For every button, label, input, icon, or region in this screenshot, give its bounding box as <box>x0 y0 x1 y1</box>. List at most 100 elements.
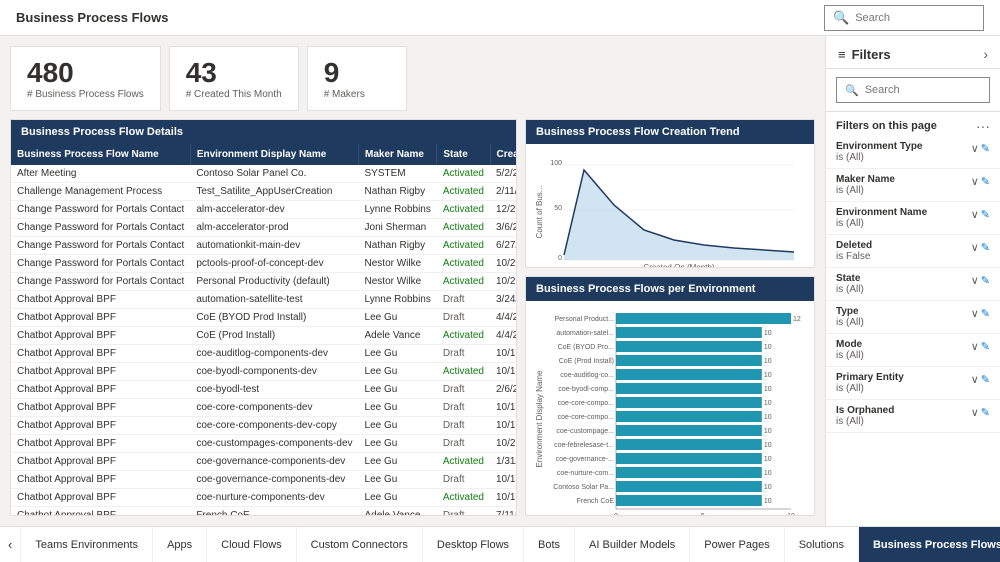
filter-item-left: Environment Name is (All) <box>836 207 971 229</box>
table-row[interactable]: Chatbot Approval BPFcoe-custompages-comp… <box>11 435 516 453</box>
table-row[interactable]: Change Password for Portals Contactalm-a… <box>11 201 516 219</box>
stat-label-makers: # Makers <box>324 89 390 100</box>
nav-item[interactable]: Bots <box>524 527 575 562</box>
filter-title: ≡ Filters <box>838 47 891 62</box>
table-cell: 4/4/2023 2:17:01 PM <box>490 309 516 327</box>
table-cell: Draft <box>437 507 490 516</box>
table-row[interactable]: Chatbot Approval BPFCoE (Prod Install)Ad… <box>11 327 516 345</box>
filter-chevron-icon[interactable]: ∨ <box>971 340 979 353</box>
filter-chevron-icon[interactable]: ∨ <box>971 241 979 254</box>
table-row[interactable]: Change Password for Portals Contactpctoo… <box>11 255 516 273</box>
table-cell: Lee Gu <box>359 489 437 507</box>
table-cell: Contoso Solar Panel Co. <box>190 165 358 183</box>
filter-chevron-icon[interactable]: ∨ <box>971 274 979 287</box>
filter-close-icon[interactable]: › <box>983 46 988 62</box>
table-row[interactable]: Chatbot Approval BPFcoe-core-components-… <box>11 417 516 435</box>
table-row[interactable]: Chatbot Approval BPFcoe-byodl-testLee Gu… <box>11 381 516 399</box>
table-row[interactable]: Change Password for Portals Contactautom… <box>11 237 516 255</box>
nav-prev-arrow[interactable]: ‹ <box>0 527 21 562</box>
table-cell: Draft <box>437 345 490 363</box>
table-cell: Change Password for Portals Contact <box>11 255 190 273</box>
table-row[interactable]: Chatbot Approval BPFcoe-core-components-… <box>11 399 516 417</box>
table-row[interactable]: Chatbot Approval BPFcoe-auditlog-compone… <box>11 345 516 363</box>
filter-edit-icon[interactable]: ✎ <box>981 142 990 155</box>
nav-item[interactable]: Solutions <box>785 527 859 562</box>
filter-edit-icon[interactable]: ✎ <box>981 373 990 386</box>
table-cell: Draft <box>437 309 490 327</box>
filter-item-name: Mode <box>836 339 971 350</box>
stat-number-flows: 480 <box>27 57 144 89</box>
filter-chevron-icon[interactable]: ∨ <box>971 307 979 320</box>
filter-item-icons: ∨ ✎ <box>971 340 990 353</box>
table-cell: coe-auditlog-components-dev <box>190 345 358 363</box>
table-cell: 2/6/2023 2:06:40 PM <box>490 381 516 399</box>
filter-edit-icon[interactable]: ✎ <box>981 241 990 254</box>
table-cell: Test_Satilite_AppUserCreation <box>190 183 358 201</box>
filter-edit-icon[interactable]: ✎ <box>981 175 990 188</box>
charts-section: Business Process Flow Creation Trend Cou… <box>525 119 815 516</box>
svg-text:10: 10 <box>764 456 772 463</box>
filter-search-box[interactable]: 🔍 <box>836 77 990 103</box>
filter-chevron-icon[interactable]: ∨ <box>971 208 979 221</box>
nav-item[interactable]: Desktop Flows <box>423 527 524 562</box>
table-row[interactable]: Chatbot Approval BPFautomation-satellite… <box>11 291 516 309</box>
filter-edit-icon[interactable]: ✎ <box>981 274 990 287</box>
filters-options-icon[interactable]: ··· <box>976 118 990 134</box>
svg-text:Environment Display Name: Environment Display Name <box>535 370 544 467</box>
table-cell: Nestor Wilke <box>359 273 437 291</box>
table-row[interactable]: Chatbot Approval BPFCoE (BYOD Prod Insta… <box>11 309 516 327</box>
bar-chart-card: Business Process Flows per Environment E… <box>525 276 815 516</box>
filter-edit-icon[interactable]: ✎ <box>981 208 990 221</box>
svg-text:10: 10 <box>764 358 772 365</box>
table-cell: CoE (BYOD Prod Install) <box>190 309 358 327</box>
filter-item: Environment Type is (All) ∨ ✎ <box>826 136 1000 169</box>
table-cell: 6/27/2023 3:31:53 PM <box>490 237 516 255</box>
table-row[interactable]: Chatbot Approval BPFFrench CoEAdele Vanc… <box>11 507 516 516</box>
table-row[interactable]: Chatbot Approval BPFcoe-governance-compo… <box>11 471 516 489</box>
table-row[interactable]: Change Password for Portals Contactalm-a… <box>11 219 516 237</box>
filter-edit-icon[interactable]: ✎ <box>981 406 990 419</box>
table-row[interactable]: Chatbot Approval BPFcoe-governance-compo… <box>11 453 516 471</box>
filter-chevron-icon[interactable]: ∨ <box>971 373 979 386</box>
filter-edit-icon[interactable]: ✎ <box>981 340 990 353</box>
table-cell: 10/18/2022 9:00:51 AM <box>490 489 516 507</box>
filter-chevron-icon[interactable]: ∨ <box>971 175 979 188</box>
nav-item[interactable]: Apps <box>153 527 207 562</box>
filter-item-name: Environment Type <box>836 141 971 152</box>
nav-item[interactable]: Teams Environments <box>21 527 153 562</box>
line-chart-header: Business Process Flow Creation Trend <box>526 120 814 144</box>
nav-item[interactable]: Power Pages <box>690 527 784 562</box>
filter-search: 🔍 <box>826 69 1000 112</box>
table-cell: 3/6/2023 3:11:45 PM <box>490 219 516 237</box>
filter-item-name: Primary Entity <box>836 372 971 383</box>
bar-chart-header: Business Process Flows per Environment <box>526 277 814 301</box>
filter-chevron-icon[interactable]: ∨ <box>971 406 979 419</box>
table-cell: pctools-proof-of-concept-dev <box>190 255 358 273</box>
filter-search-input[interactable] <box>865 84 981 96</box>
nav-item[interactable]: Custom Connectors <box>297 527 423 562</box>
table-row[interactable]: Change Password for Portals ContactPerso… <box>11 273 516 291</box>
table-cell: Activated <box>437 255 490 273</box>
filter-item: Environment Name is (All) ∨ ✎ <box>826 202 1000 235</box>
table-row[interactable]: Challenge Management ProcessTest_Satilit… <box>11 183 516 201</box>
filter-items-container: Environment Type is (All) ∨ ✎ Maker Name… <box>826 136 1000 433</box>
svg-text:10: 10 <box>787 513 795 516</box>
nav-item[interactable]: Cloud Flows <box>207 527 297 562</box>
table-container[interactable]: Business Process Flow Name Environment D… <box>11 144 516 515</box>
table-row[interactable]: Chatbot Approval BPFcoe-byodl-components… <box>11 363 516 381</box>
filter-edit-icon[interactable]: ✎ <box>981 307 990 320</box>
table-cell: Draft <box>437 399 490 417</box>
col-header-maker: Maker Name <box>359 144 437 165</box>
nav-item[interactable]: AI Builder Models <box>575 527 690 562</box>
filter-chevron-icon[interactable]: ∨ <box>971 142 979 155</box>
svg-text:coe-nurture-com...: coe-nurture-com... <box>557 470 614 477</box>
table-cell: Lee Gu <box>359 399 437 417</box>
filter-item: State is (All) ∨ ✎ <box>826 268 1000 301</box>
nav-item[interactable]: Business Process Flows <box>859 527 1000 562</box>
search-input[interactable] <box>855 12 975 24</box>
svg-text:Jan'23: Jan'23 <box>750 267 771 268</box>
svg-text:10: 10 <box>764 400 772 407</box>
table-row[interactable]: After MeetingContoso Solar Panel Co.SYST… <box>11 165 516 183</box>
table-row[interactable]: Chatbot Approval BPFcoe-nurture-componen… <box>11 489 516 507</box>
top-search-box[interactable]: 🔍 <box>824 5 984 31</box>
